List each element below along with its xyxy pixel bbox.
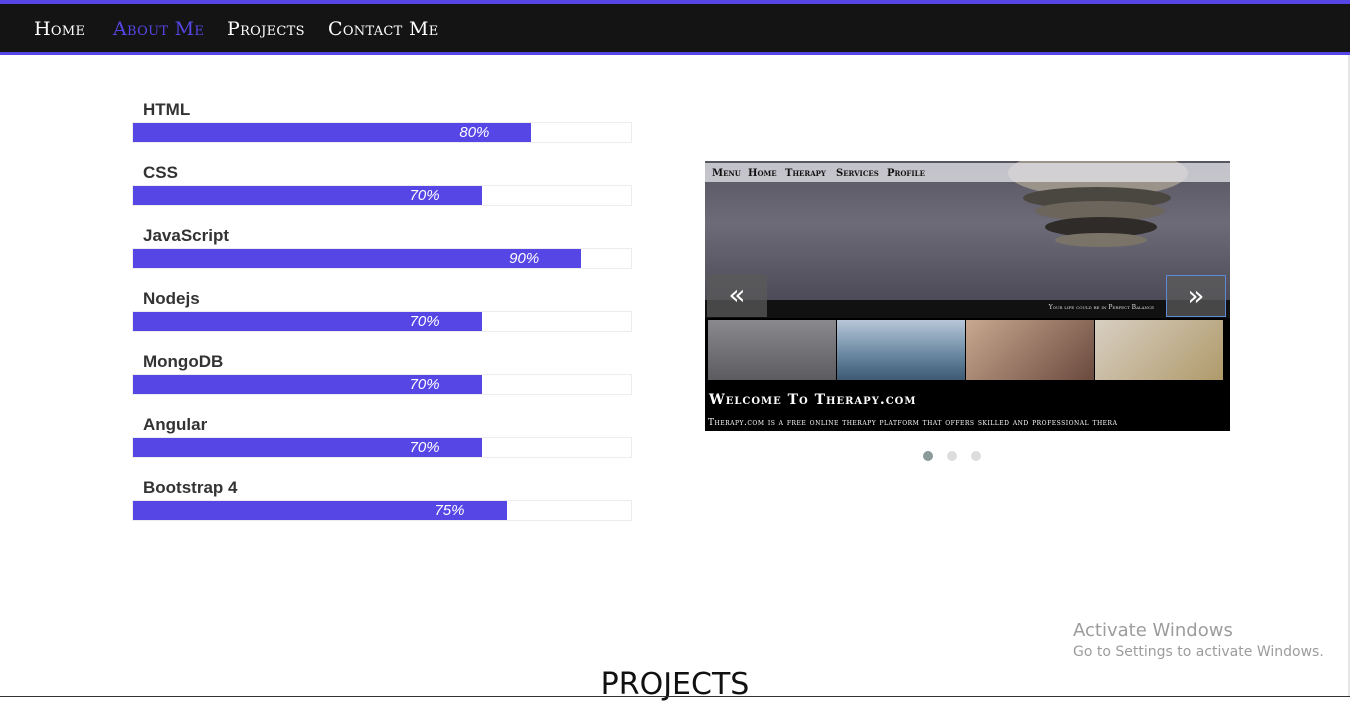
skill-fill-bootstrap: 75% xyxy=(133,501,507,520)
skill-fill-html: 80% xyxy=(133,123,532,142)
skill-percent-bootstrap: 75% xyxy=(434,502,465,519)
skill-percent-mongodb: 70% xyxy=(409,376,440,393)
skill-bar-html: 80% xyxy=(132,122,632,143)
slide-hero-image: Menu Home Therapy Services Profile xyxy=(705,161,1230,300)
thumbnail-stones-sea xyxy=(837,320,965,380)
skill-bar-nodejs: 70% xyxy=(132,311,632,332)
skill-fill-nodejs: 70% xyxy=(133,312,482,331)
skill-bar-mongodb: 70% xyxy=(132,374,632,395)
skill-label-javascript: JavaScript xyxy=(143,226,229,245)
slide-menu-link: Services xyxy=(836,168,879,179)
skill-percent-html: 80% xyxy=(459,124,490,141)
skill-bar-javascript: 90% xyxy=(132,248,632,269)
skill-fill-angular: 70% xyxy=(133,438,482,457)
carousel-indicator-3[interactable] xyxy=(971,451,981,461)
skill-fill-mongodb: 70% xyxy=(133,375,482,394)
skill-label-css: CSS xyxy=(143,163,178,182)
stone-shape xyxy=(1055,233,1147,247)
skill-percent-nodejs: 70% xyxy=(409,313,440,330)
activate-windows-title: Activate Windows xyxy=(1073,620,1233,641)
thumbnail-massage xyxy=(966,320,1094,380)
activate-windows-subtitle: Go to Settings to activate Windows. xyxy=(1073,644,1324,660)
slide-thumbnail-strip xyxy=(705,318,1230,382)
slide-menu-strip: Menu Home Therapy Services Profile xyxy=(705,163,1230,182)
slide-menu-link: Profile xyxy=(887,168,925,179)
nav-link-about-me[interactable]: About Me xyxy=(113,18,204,40)
slide-welcome-title: Welcome To Therapy.com xyxy=(709,392,917,408)
top-navbar: Home About Me Projects Contact Me xyxy=(0,0,1350,55)
slide-menu-link: Home xyxy=(748,168,777,179)
carousel-indicator-1[interactable] xyxy=(923,451,933,461)
skill-percent-css: 70% xyxy=(409,187,440,204)
slide-description: Therapy.com is a free online therapy pla… xyxy=(708,418,1118,428)
thumbnail-stones-grey xyxy=(708,320,836,380)
skill-label-html: HTML xyxy=(143,100,191,119)
nav-link-contact-me[interactable]: Contact Me xyxy=(328,18,439,40)
skill-fill-css: 70% xyxy=(133,186,482,205)
slide-menu-link: Menu xyxy=(712,168,741,179)
chevron-double-right-icon: » xyxy=(1187,279,1205,312)
slide-tagline: Your life could be in Perfect Balance xyxy=(1048,304,1154,311)
carousel-prev-button[interactable]: « xyxy=(707,275,767,317)
nav-link-projects[interactable]: Projects xyxy=(227,18,305,40)
chevron-double-left-icon: « xyxy=(728,278,746,311)
skill-bar-angular: 70% xyxy=(132,437,632,458)
skill-label-mongodb: MongoDB xyxy=(143,352,224,371)
skill-percent-angular: 70% xyxy=(409,439,440,456)
skill-bar-css: 70% xyxy=(132,185,632,206)
skill-label-angular: Angular xyxy=(143,415,208,434)
skill-label-nodejs: Nodejs xyxy=(143,289,200,308)
skill-label-bootstrap: Bootstrap 4 xyxy=(143,478,238,497)
carousel-next-button[interactable]: » xyxy=(1166,275,1226,317)
carousel-indicator-2[interactable] xyxy=(947,451,957,461)
slide-menu-link: Therapy xyxy=(785,168,826,179)
slide-tagline-bar: Your life could be in Perfect Balance xyxy=(705,300,1230,318)
skill-bar-bootstrap: 75% xyxy=(132,500,632,521)
thumbnail-buddha xyxy=(1095,320,1223,380)
skill-percent-javascript: 90% xyxy=(509,250,540,267)
skill-fill-javascript: 90% xyxy=(133,249,582,268)
project-carousel[interactable]: Menu Home Therapy Services Profile Your … xyxy=(705,161,1230,431)
nav-link-home[interactable]: Home xyxy=(34,18,85,40)
